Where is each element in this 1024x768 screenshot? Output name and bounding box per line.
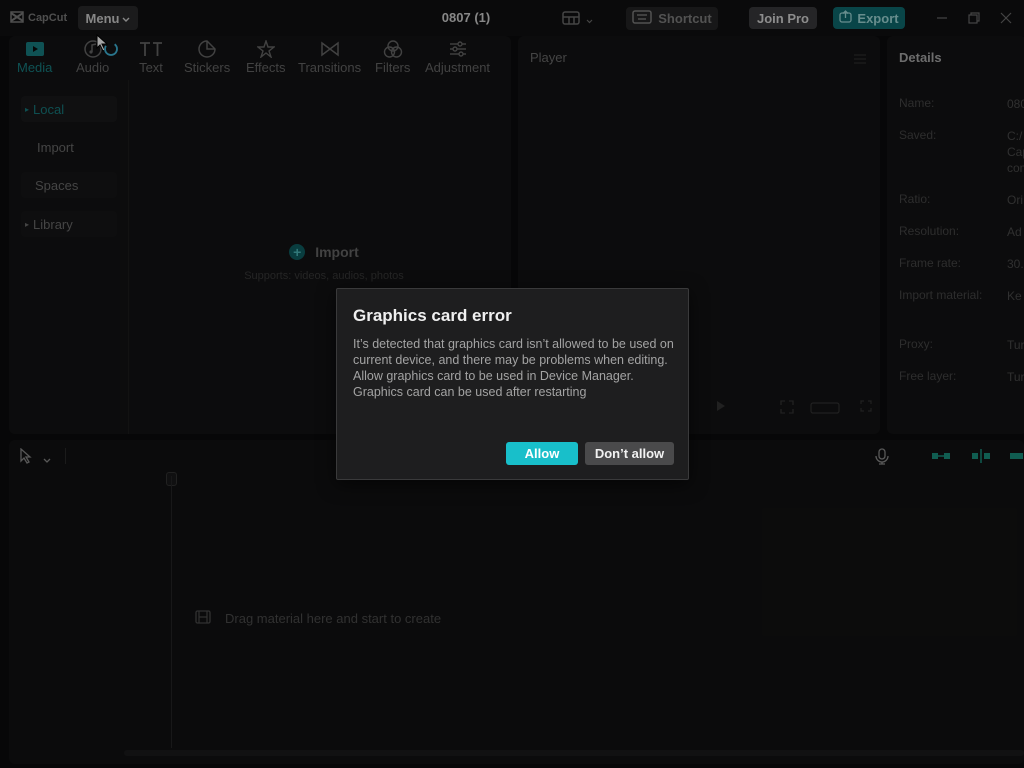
dont-allow-button[interactable]: Don’t allow — [585, 442, 674, 465]
graphics-card-error-dialog: Graphics card error It’s detected that g… — [336, 288, 689, 480]
dialog-title: Graphics card error — [353, 306, 512, 325]
dialog-message: It’s detected that graphics card isn’t a… — [353, 337, 674, 399]
allow-button[interactable]: Allow — [506, 442, 578, 465]
